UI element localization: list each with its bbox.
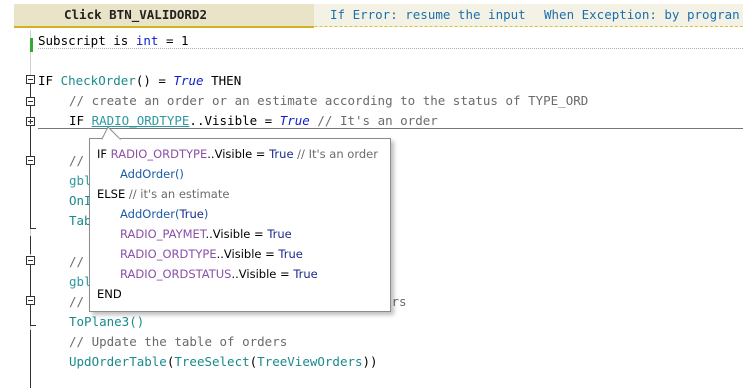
prop-visible: ..Visible = xyxy=(189,113,280,128)
fold-toggle-block[interactable] xyxy=(26,256,35,265)
value-true: True xyxy=(173,73,204,88)
fold-guide xyxy=(30,330,31,388)
fold-guide xyxy=(30,236,31,254)
line-comment-create-order[interactable]: // create an order or an estimate accord… xyxy=(69,93,588,108)
exception-handling-link[interactable]: When Exception: by progran xyxy=(544,7,740,22)
line-indicator xyxy=(30,38,33,52)
fold-guide xyxy=(30,106,31,117)
keyword-subscript: Subscript is xyxy=(38,33,136,48)
type-int: int xyxy=(135,33,159,48)
line-if-checkorder[interactable]: IF CheckOrder() = True THEN xyxy=(38,73,241,88)
tt-prop: ..Visible = xyxy=(207,147,270,161)
event-label: Click BTN_VALIDORD2 xyxy=(64,7,207,22)
tooltip-line-5: RADIO_PAYMET..Visible = True xyxy=(120,227,292,241)
tt-prop: ..Visible = xyxy=(205,227,268,241)
tt-func-addorder: AddOrder( xyxy=(120,207,180,221)
fold-end xyxy=(30,228,36,229)
line-comment-partial-3[interactable]: // xyxy=(69,294,84,309)
tt-prop: ..Visible = xyxy=(216,247,279,261)
value-true: True xyxy=(279,113,310,128)
line-updordertable[interactable]: UpdOrderTable(TreeSelect(TreeViewOrders)… xyxy=(69,354,378,369)
fold-guide xyxy=(30,84,31,98)
line1-dotted-separator xyxy=(38,48,743,49)
comment-order: // It's an order xyxy=(309,113,438,128)
tooltip-line-2: AddOrder() xyxy=(120,167,184,181)
tt-control-radio-ordtype: RADIO_ORDTYPE xyxy=(120,247,217,261)
control-treevieworders: TreeViewOrders xyxy=(257,354,363,369)
func-treeselect: TreeSelect xyxy=(174,354,250,369)
tooltip-line-7: RADIO_ORDSTATUS..Visible = True xyxy=(120,267,318,281)
tt-close: ) xyxy=(203,207,209,221)
fold-toggle-block[interactable] xyxy=(26,296,35,305)
tooltip-line-1: IF RADIO_ORDTYPE..Visible = True // It's… xyxy=(97,147,378,161)
tt-keyword-else: ELSE xyxy=(97,187,126,201)
collapsed-block-underline xyxy=(38,128,743,129)
tt-true: True xyxy=(179,207,204,221)
fold-guide xyxy=(30,165,31,228)
tt-keyword-if: IF xyxy=(97,147,111,161)
error-handling-link[interactable]: If Error: resume the input xyxy=(330,7,526,22)
fold-toggle-comment[interactable] xyxy=(26,97,35,106)
args: () = xyxy=(135,73,174,88)
tt-comment: // It's an order xyxy=(293,147,378,161)
tt-comment-estimate: // it's an estimate xyxy=(125,187,230,201)
tooltip-line-6: RADIO_ORDTYPE..Visible = True xyxy=(120,247,303,261)
fold-toggle-block[interactable] xyxy=(26,156,35,165)
tt-control-radio-ordstatus: RADIO_ORDSTATUS xyxy=(120,267,232,281)
line-toplane3[interactable]: ToPlane3() xyxy=(69,314,144,329)
func-checkorder: CheckOrder xyxy=(60,73,136,88)
line1-assign: = 1 xyxy=(158,33,189,48)
line-if-radio-ordtype[interactable]: IF RADIO_ORDTYPE..Visible = True // It's… xyxy=(69,113,438,128)
parens-close: )) xyxy=(362,354,378,369)
tt-true: True xyxy=(267,227,292,241)
tooltip-line-8: END xyxy=(97,287,122,301)
tt-true: True xyxy=(278,247,303,261)
line1[interactable]: Subscript is int = 1 xyxy=(38,33,189,48)
tooltip-pointer xyxy=(101,126,122,140)
collapsed-code-tooltip: IF RADIO_ORDTYPE..Visible = True // It's… xyxy=(89,138,391,312)
tt-control-radio-ordtype: RADIO_ORDTYPE xyxy=(110,147,208,161)
fold-toggle-if-checkorder[interactable] xyxy=(26,75,35,84)
tt-prop: ..Visible = xyxy=(231,267,294,281)
keyword-if: IF xyxy=(69,113,92,128)
fold-toggle-if-radio[interactable] xyxy=(26,117,35,126)
line-comment-update-table[interactable]: // Update the table of orders xyxy=(69,334,287,349)
keyword-if: IF xyxy=(38,73,61,88)
fold-guide xyxy=(30,126,31,156)
fold-guide xyxy=(30,305,31,325)
tooltip-line-4: AddOrder(True) xyxy=(120,207,208,221)
func-updordertable: UpdOrderTable xyxy=(69,354,167,369)
tt-true: True xyxy=(269,147,294,161)
fold-guide xyxy=(30,265,31,296)
tt-true: True xyxy=(293,267,318,281)
keyword-then: THEN xyxy=(203,73,242,88)
tt-control-radio-paymet: RADIO_PAYMET xyxy=(120,227,206,241)
tooltip-line-3: ELSE // it's an estimate xyxy=(97,187,229,201)
fold-end xyxy=(30,325,36,326)
